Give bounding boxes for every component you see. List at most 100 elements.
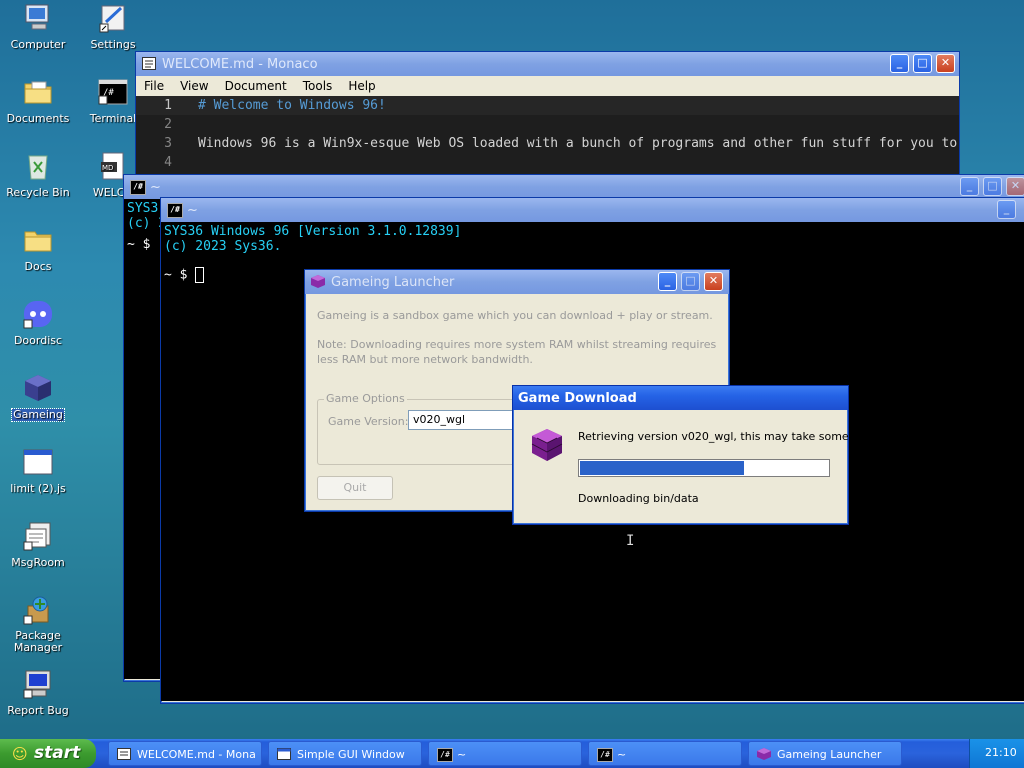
folder-icon: [22, 224, 54, 256]
editor-line: 3 Windows 96 is a Win9x-esque Web OS load…: [136, 134, 959, 153]
gameing-cube-icon: [22, 372, 54, 404]
taskbar-item-simple-gui[interactable]: Simple GUI Window: [268, 741, 422, 766]
maximize-button[interactable]: □: [983, 177, 1002, 196]
desktop-icon-label: Report Bug: [7, 704, 69, 717]
window-title: ~: [150, 180, 161, 195]
text-cursor-icon: I: [626, 533, 635, 549]
line-number: 1: [164, 98, 172, 113]
desktop-icon-computer[interactable]: Computer: [0, 2, 76, 51]
desktop-icon-limit-js[interactable]: limit (2).js: [0, 446, 76, 495]
launcher-description: Gameing is a sandbox game which you can …: [317, 309, 713, 322]
maximize-button[interactable]: □: [913, 54, 932, 73]
desktop-icon-label: Recycle Bin: [6, 186, 70, 199]
line-number: 4: [164, 155, 172, 170]
desktop-icon-msgroom[interactable]: MsgRoom: [0, 520, 76, 569]
monaco-titlebar[interactable]: WELCOME.md - Monaco _ □ ✕: [136, 52, 959, 76]
desktop-icon-label: Doordisc: [13, 334, 63, 347]
taskbar-item-label: WELCOME.md - Mona...: [137, 748, 255, 761]
line-text: Windows 96 is a Win9x-esque Web OS loade…: [198, 136, 958, 151]
desktop-icon-label: Terminal: [89, 112, 137, 125]
game-download-dialog[interactable]: Game Download Retrieving version v020_wg…: [512, 385, 888, 525]
taskbar-item-label: ~: [457, 748, 467, 761]
game-version-value: v020_wgl: [413, 413, 466, 426]
line-number: 3: [164, 136, 172, 151]
menu-document[interactable]: Document: [217, 79, 295, 93]
desktop-icon-settings[interactable]: Settings: [75, 2, 151, 51]
menu-view[interactable]: View: [172, 79, 216, 93]
close-button[interactable]: ✕: [1006, 177, 1024, 196]
notepad-icon: [142, 57, 156, 70]
terminal-titlebar[interactable]: /# ~ _: [161, 198, 1024, 222]
taskbar-item-terminal-1[interactable]: /# ~: [428, 741, 582, 766]
window-title: ~: [187, 203, 198, 218]
window-title: Gameing Launcher: [331, 275, 455, 290]
close-button[interactable]: ✕: [704, 272, 723, 291]
download-titlebar[interactable]: Game Download: [513, 386, 848, 410]
minimize-button[interactable]: _: [658, 272, 677, 291]
game-version-select[interactable]: v020_wgl: [408, 410, 528, 430]
doordisc-icon: [22, 298, 54, 330]
editor-line: 2: [136, 115, 959, 134]
terminal-titlebar[interactable]: /# ~ _ □ ✕: [124, 175, 1024, 199]
folder-documents-icon: [22, 76, 54, 108]
taskbar-item-monaco[interactable]: WELCOME.md - Mona...: [108, 741, 262, 766]
line-text: # Welcome to Windows 96!: [198, 98, 386, 113]
smiley-icon: ☺: [12, 745, 28, 763]
menu-bar: File View Document Tools Help: [136, 76, 959, 96]
maximize-button[interactable]: □: [681, 272, 700, 291]
taskbar-item-label: ~: [617, 748, 627, 761]
notepad-icon: [117, 748, 131, 760]
terminal-icon: /#: [130, 180, 146, 195]
close-button[interactable]: ✕: [936, 54, 955, 73]
monaco-window[interactable]: WELCOME.md - Monaco _ □ ✕ File View Docu…: [135, 51, 960, 183]
download-status: Downloading bin/data: [578, 492, 699, 505]
game-version-label: Game Version:: [328, 415, 409, 428]
terminal-prompt: ~ $: [164, 267, 188, 283]
menu-tools[interactable]: Tools: [295, 79, 341, 93]
minimize-button[interactable]: _: [960, 177, 979, 196]
taskbar-item-gameing-launcher[interactable]: Gameing Launcher: [748, 741, 902, 766]
group-label: Game Options: [324, 392, 407, 405]
computer-icon: [22, 2, 54, 34]
desktop-icon-recycle-bin[interactable]: Recycle Bin: [0, 150, 76, 199]
download-message: Retrieving version v020_wgl, this may ta…: [578, 430, 888, 443]
launcher-titlebar[interactable]: Gameing Launcher _ □ ✕: [305, 270, 729, 294]
package-manager-icon: [22, 594, 54, 626]
svg-text:MD: MD: [102, 164, 113, 172]
window-title: WELCOME.md - Monaco: [162, 57, 318, 72]
terminal-icon: /#: [167, 203, 183, 218]
taskbar-item-terminal-2[interactable]: /# ~: [588, 741, 742, 766]
line-number: 2: [164, 117, 172, 132]
minimize-button[interactable]: _: [997, 200, 1016, 219]
terminal-line: (c) 2023 Sys36.: [164, 239, 282, 254]
gameing-cube-icon: [311, 275, 325, 288]
minimize-button[interactable]: _: [890, 54, 909, 73]
terminal-icon: /#: [97, 76, 129, 108]
desktop-icon-label: Package Manager: [13, 629, 63, 654]
desktop-icon-documents[interactable]: Documents: [0, 76, 76, 125]
desktop-icon-label: Gameing: [11, 408, 65, 422]
menu-help[interactable]: Help: [340, 79, 383, 93]
js-file-icon: [22, 446, 54, 478]
code-editor[interactable]: 1 # Welcome to Windows 96! 2 3 Windows 96 …: [136, 96, 959, 180]
quit-button[interactable]: Quit: [317, 476, 393, 500]
start-button[interactable]: ☺ start: [0, 739, 96, 768]
desktop-icon-label: Settings: [90, 38, 136, 51]
clock[interactable]: 21:10: [985, 746, 1017, 759]
desktop-icon-label: MsgRoom: [11, 556, 65, 569]
desktop-icon-label: Computer: [10, 38, 66, 51]
settings-icon: [97, 2, 129, 34]
desktop-icon-gameing[interactable]: Gameing: [0, 372, 76, 422]
desktop-icon-package-manager[interactable]: Package Manager: [0, 594, 76, 654]
window-icon: [277, 748, 291, 760]
taskbar-item-label: Simple GUI Window: [297, 748, 405, 761]
report-bug-icon: [22, 668, 54, 700]
taskbar-item-label: Gameing Launcher: [777, 748, 882, 761]
desktop-icon-doordisc[interactable]: Doordisc: [0, 298, 76, 347]
start-label: start: [34, 743, 81, 763]
desktop-icon-report-bug[interactable]: Report Bug: [0, 668, 76, 717]
editor-line: 4: [136, 153, 959, 172]
desktop-icon-docs[interactable]: Docs: [0, 224, 76, 273]
menu-file[interactable]: File: [136, 79, 172, 93]
editor-line: 1 # Welcome to Windows 96!: [136, 96, 959, 115]
